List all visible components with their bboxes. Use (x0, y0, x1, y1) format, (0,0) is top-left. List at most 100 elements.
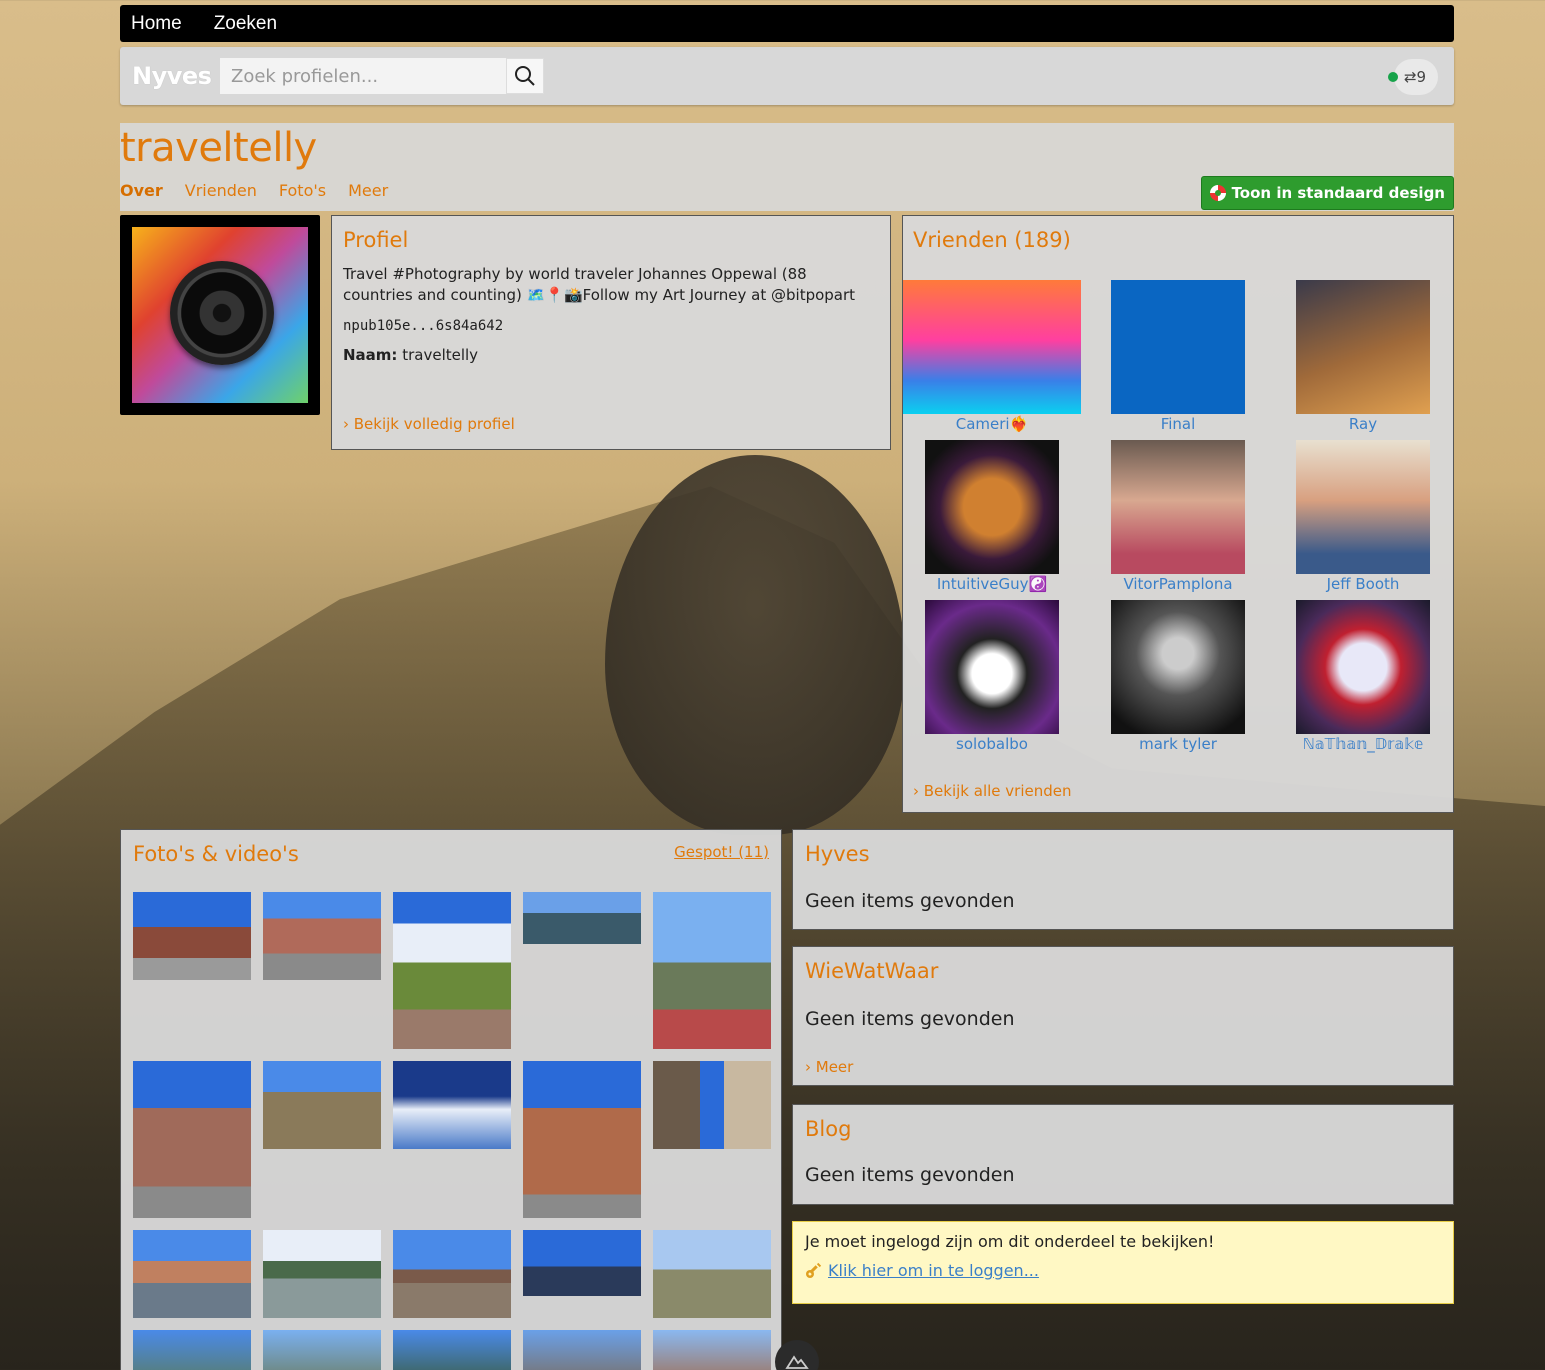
friend-item[interactable]: ℕ𝕒𝕋𝕙𝕒𝕟_𝔻𝕣𝕒𝕜𝕖 (1296, 600, 1430, 753)
mountain-icon (785, 1355, 809, 1369)
lifebuoy-icon (1209, 185, 1226, 201)
relay-count: ⇄9 (1403, 68, 1427, 86)
friend-name: Jeff Booth (1326, 575, 1400, 593)
friend-item[interactable]: Cameri❤️‍🔥 (903, 280, 1081, 433)
photo-thumbnail[interactable] (263, 1230, 381, 1318)
friend-name: IntuitiveGuy☯️ (936, 575, 1048, 593)
profile-name-row: Naam: traveltelly (343, 346, 879, 364)
friend-name: Final (1160, 415, 1196, 433)
view-full-profile-link[interactable]: › Bekijk volledig profiel (343, 415, 515, 433)
blog-title: Blog (805, 1117, 852, 1141)
blog-panel: Blog Geen items gevonden (792, 1104, 1454, 1205)
friend-avatar (1111, 440, 1245, 574)
view-all-friends-link[interactable]: › Bekijk alle vrienden (913, 782, 1072, 800)
wiewatwaar-empty: Geen items gevonden (805, 1008, 1015, 1030)
friend-item[interactable]: Ray (1296, 280, 1430, 433)
photo-thumbnail[interactable] (133, 892, 251, 980)
photo-thumbnail[interactable] (393, 1230, 511, 1318)
hyves-panel: Hyves Geen items gevonden (792, 829, 1454, 930)
search-button[interactable] (506, 58, 544, 94)
friend-avatar (903, 280, 1081, 414)
site-logo[interactable]: Nyves (132, 62, 220, 90)
photo-thumbnail[interactable] (263, 1061, 381, 1149)
friend-avatar (1296, 440, 1430, 574)
friend-avatar (925, 600, 1059, 734)
photo-thumbnail[interactable] (133, 1230, 251, 1318)
search-input[interactable] (220, 58, 506, 94)
hyves-title: Hyves (805, 842, 870, 866)
camera-lens-icon (170, 261, 274, 365)
photo-thumbnail[interactable] (393, 892, 511, 1049)
top-navigation: Home Zoeken (120, 5, 1454, 42)
profile-header: traveltelly Over Vrienden Foto's Meer To… (120, 123, 1454, 211)
online-indicator-icon (1387, 72, 1398, 82)
gespot-link[interactable]: Gespot! (11) (674, 843, 769, 861)
photo-thumbnail[interactable] (653, 1330, 771, 1370)
profile-tabs: Over Vrienden Foto's Meer (120, 181, 410, 200)
login-message: Je moet ingelogd zijn om dit onderdeel t… (805, 1232, 1215, 1251)
standard-design-button[interactable]: Toon in standaard design (1200, 176, 1454, 210)
photos-panel: Foto's & video's Gespot! (11) (120, 829, 782, 1370)
search-icon (515, 66, 535, 86)
friend-item[interactable]: IntuitiveGuy☯️ (925, 440, 1059, 593)
tab-fotos[interactable]: Foto's (279, 181, 326, 200)
photo-thumbnail[interactable] (263, 892, 381, 980)
profile-bio: Travel #Photography by world traveler Jo… (343, 265, 856, 304)
profile-panel: Profiel Travel #Photography by world tra… (331, 215, 891, 450)
name-label: Naam: (343, 346, 398, 364)
photo-thumbnail[interactable] (393, 1061, 511, 1149)
friend-name: Cameri❤️‍🔥 (955, 415, 1029, 433)
hyves-empty: Geen items gevonden (805, 890, 1015, 912)
friend-avatar (1111, 280, 1245, 414)
friend-name: solobalbo (956, 735, 1028, 753)
friend-avatar (1296, 280, 1430, 414)
photo-thumbnail[interactable] (523, 1230, 641, 1296)
photo-thumbnail[interactable] (523, 1061, 641, 1218)
name-value: traveltelly (402, 346, 479, 364)
wiewatwaar-panel: WieWatWaar Geen items gevonden › Meer (792, 946, 1454, 1086)
login-link-label: Klik hier om in te loggen... (828, 1261, 1039, 1280)
friend-item[interactable]: Final (1111, 280, 1245, 433)
photo-thumbnail[interactable] (393, 1330, 511, 1370)
standard-design-label: Toon in standaard design (1231, 184, 1445, 202)
friend-avatar (925, 440, 1059, 574)
blog-empty: Geen items gevonden (805, 1164, 1015, 1186)
photo-thumbnail[interactable] (653, 892, 771, 1049)
page-title: traveltelly (120, 125, 317, 171)
friends-panel: Vrienden (189) Cameri❤️‍🔥 Final Ray Intu… (902, 215, 1454, 813)
friend-item[interactable]: VitorPamplona (1111, 440, 1245, 593)
relay-status[interactable]: ⇄9 (1387, 59, 1438, 95)
login-link[interactable]: Klik hier om in te loggen... (805, 1261, 1441, 1280)
search-bar: Nyves ⇄9 (120, 47, 1454, 105)
friend-item[interactable]: Jeff Booth (1296, 440, 1430, 593)
npub-value: npub105e...6s84a642 (343, 318, 504, 334)
friend-item[interactable]: solobalbo (925, 600, 1059, 753)
friend-name: VitorPamplona (1123, 575, 1233, 593)
tab-meer[interactable]: Meer (348, 181, 388, 200)
friend-avatar (1296, 600, 1430, 734)
login-notice: Je moet ingelogd zijn om dit onderdeel t… (792, 1221, 1454, 1304)
tab-over[interactable]: Over (120, 181, 163, 200)
photo-thumbnail[interactable] (133, 1330, 251, 1370)
avatar (120, 215, 320, 415)
friend-item[interactable]: mark tyler (1111, 600, 1245, 753)
wiewatwaar-more-link[interactable]: › Meer (805, 1058, 853, 1076)
photo-thumbnail[interactable] (523, 1330, 641, 1370)
friends-title: Vrienden (189) (913, 228, 1071, 252)
photo-thumbnail[interactable] (133, 1061, 251, 1218)
nav-search[interactable]: Zoeken (214, 13, 277, 35)
avatar-image (132, 227, 308, 403)
friend-avatar (1111, 600, 1245, 734)
friend-name: mark tyler (1139, 735, 1217, 753)
tab-vrienden[interactable]: Vrienden (185, 181, 257, 200)
photo-thumbnail[interactable] (523, 892, 641, 944)
photo-thumbnail[interactable] (653, 1230, 771, 1318)
friend-name: Ray (1348, 415, 1378, 433)
photo-thumbnail[interactable] (653, 1061, 771, 1149)
photo-thumbnail[interactable] (263, 1330, 381, 1370)
key-icon (806, 1262, 822, 1278)
profile-title: Profiel (343, 228, 409, 252)
wiewatwaar-title: WieWatWaar (805, 959, 939, 983)
nav-home[interactable]: Home (131, 13, 182, 35)
friend-name: ℕ𝕒𝕋𝕙𝕒𝕟_𝔻𝕣𝕒𝕜𝕖 (1302, 735, 1424, 753)
